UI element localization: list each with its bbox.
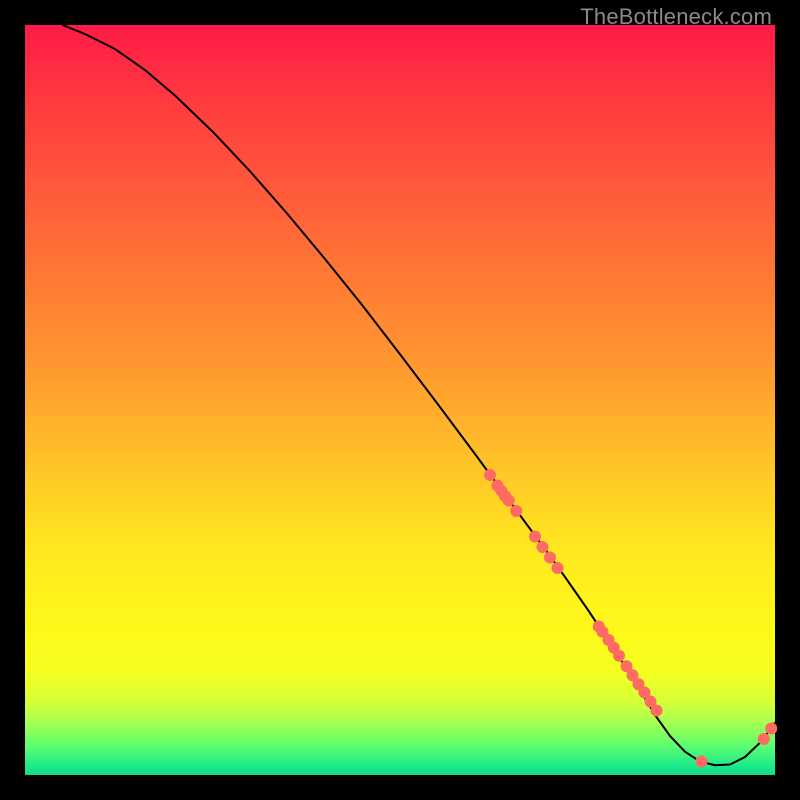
curve-line: [63, 25, 776, 765]
data-point: [537, 541, 549, 553]
data-point: [529, 531, 541, 543]
chart-overlay: [25, 25, 775, 775]
data-point: [510, 505, 522, 517]
scatter-points: [484, 469, 777, 768]
data-point: [758, 733, 770, 745]
data-point: [503, 495, 515, 507]
data-point: [696, 756, 708, 768]
data-point: [765, 723, 777, 735]
data-point: [552, 562, 564, 574]
data-point: [651, 705, 663, 717]
data-point: [613, 650, 625, 662]
data-point: [484, 469, 496, 481]
chart-frame: TheBottleneck.com: [0, 0, 800, 800]
data-point: [544, 552, 556, 564]
